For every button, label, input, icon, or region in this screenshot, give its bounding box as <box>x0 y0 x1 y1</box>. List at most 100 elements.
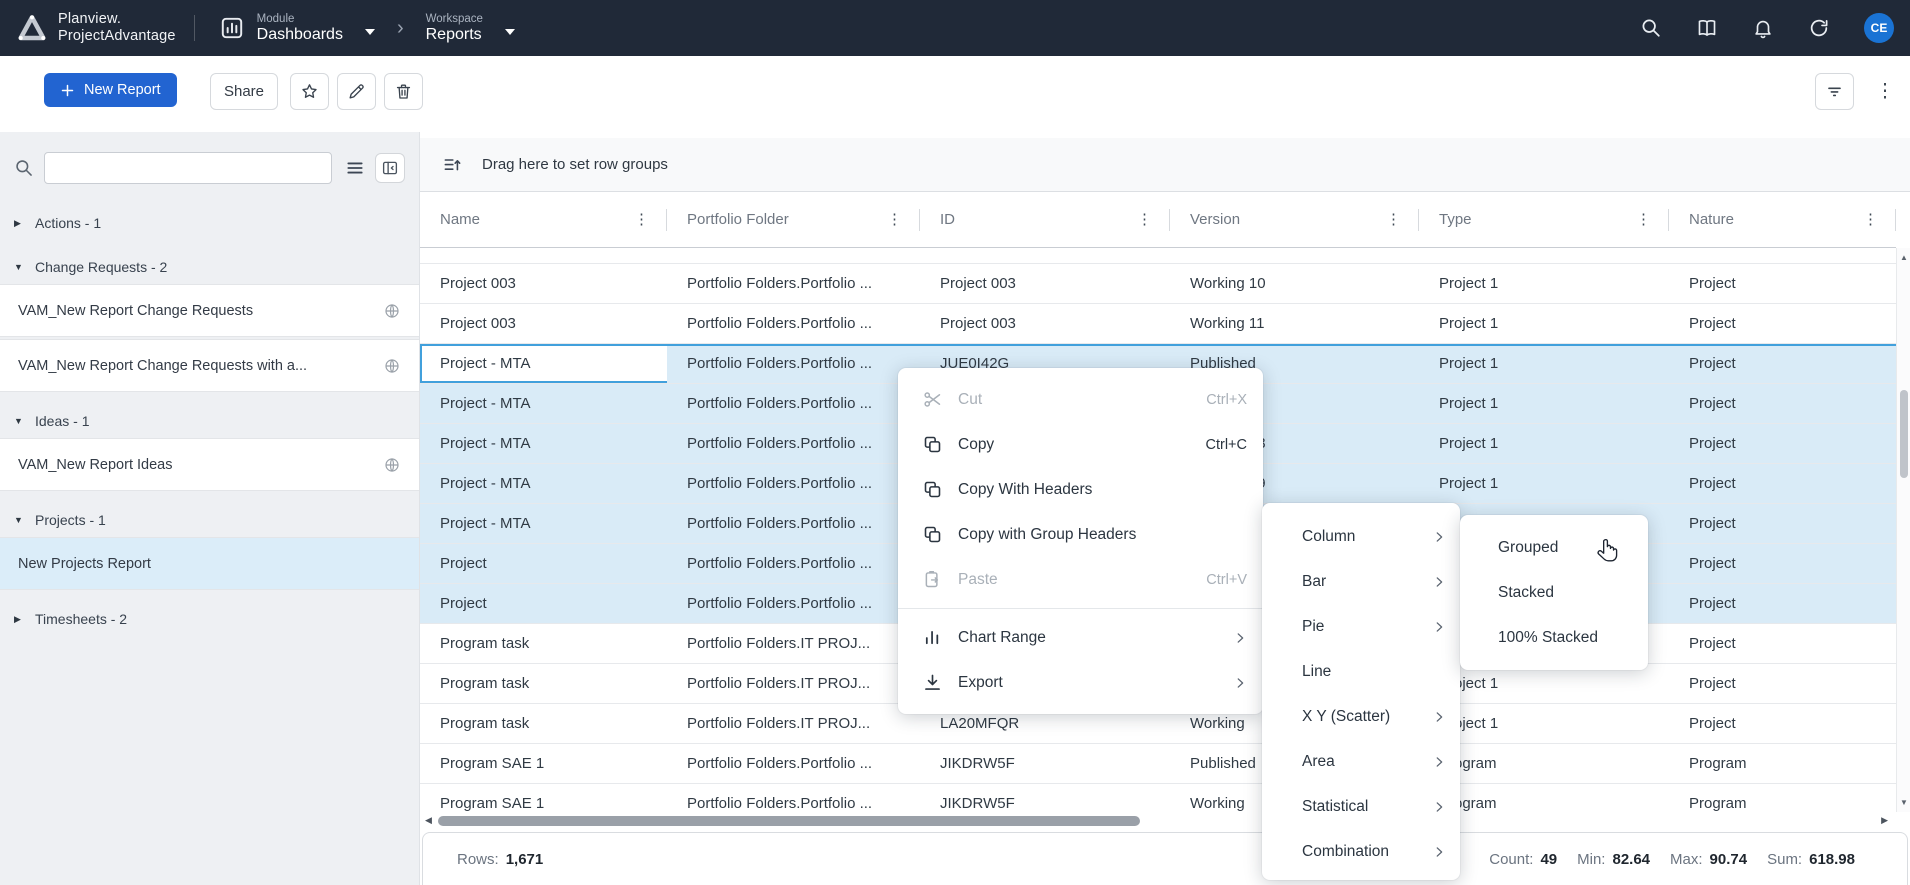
cell-version[interactable]: Working 11 <box>1170 304 1419 343</box>
column-menu-icon[interactable]: ⋮ <box>1137 212 1152 227</box>
cell-folder[interactable]: Portfolio Folders.IT PROJ... <box>667 624 920 663</box>
cell-name[interactable]: Program task <box>420 624 667 663</box>
vertical-scroll-thumb[interactable] <box>1900 390 1908 478</box>
menu-item-chart-range[interactable]: Chart Range <box>898 615 1263 660</box>
cell-name[interactable]: Program task <box>420 664 667 703</box>
cell-name[interactable]: Project 003 <box>420 304 667 343</box>
brand-logo[interactable]: Planview. ProjectAdvantage <box>16 11 176 44</box>
cell-folder[interactable]: Portfolio Folders.Portfolio ... <box>667 424 920 463</box>
sidebar-item-vam-new-report-change-requests[interactable]: VAM_New Report Change Requests <box>0 284 419 337</box>
horizontal-scrollbar[interactable]: ◀ ▶ <box>420 812 1896 830</box>
submenu-item-column[interactable]: Column <box>1262 514 1460 559</box>
submenu-item-pie[interactable]: Pie <box>1262 604 1460 649</box>
edit-button[interactable] <box>337 73 376 110</box>
search-input[interactable] <box>44 152 332 184</box>
cell-folder[interactable]: Portfolio Folders.Portfolio ... <box>667 744 920 783</box>
workspace-switcher[interactable]: Workspace Reports <box>426 13 515 44</box>
menu-item-copy-with-group-headers[interactable]: Copy with Group Headers <box>898 512 1263 557</box>
cell-nature[interactable]: Project <box>1669 264 1896 303</box>
column-menu-icon[interactable]: ⋮ <box>1863 212 1878 227</box>
column-header-nature[interactable]: Nature⋮ <box>1669 192 1896 247</box>
cell-type[interactable]: Project 1 <box>1419 304 1669 343</box>
column-menu-icon[interactable]: ⋮ <box>634 212 649 227</box>
help-book-icon[interactable] <box>1696 17 1718 39</box>
horizontal-scroll-thumb[interactable] <box>438 816 1140 826</box>
sidebar-group-ideas-1[interactable]: ▼Ideas - 1 <box>0 404 419 438</box>
cell-name[interactable]: Project - MTA <box>420 344 667 383</box>
cell-id[interactable]: Project 003 <box>920 304 1170 343</box>
column-header-type[interactable]: Type⋮ <box>1419 192 1669 247</box>
column-header-portfolio-folder[interactable]: Portfolio Folder⋮ <box>667 192 920 247</box>
sidebar-group-timesheets-2[interactable]: ▶Timesheets - 2 <box>0 602 419 636</box>
cell-name[interactable]: Project - MTA <box>420 424 667 463</box>
sidebar-group-actions-1[interactable]: ▶Actions - 1 <box>0 206 419 240</box>
cell-folder[interactable]: Portfolio Folders.Portfolio ... <box>667 344 920 383</box>
new-report-button[interactable]: New Report <box>44 73 177 107</box>
cell-folder[interactable]: Portfolio Folders.Portfolio ... <box>667 544 920 583</box>
table-row[interactable]: Project 003Portfolio Folders.Portfolio .… <box>420 264 1896 304</box>
submenu-item-statistical[interactable]: Statistical <box>1262 784 1460 829</box>
submenu-item-bar[interactable]: Bar <box>1262 559 1460 604</box>
cell-name[interactable]: Project <box>420 544 667 583</box>
cell-name[interactable]: Program SAE 1 <box>420 784 667 812</box>
filter-button[interactable] <box>1815 73 1854 110</box>
toolbar-more-button[interactable]: ⋮ <box>1872 73 1898 110</box>
submenu-item-x-y-scatter[interactable]: X Y (Scatter) <box>1262 694 1460 739</box>
sidebar-group-projects-1[interactable]: ▼Projects - 1 <box>0 503 419 537</box>
table-row[interactable]: Program SAE 1Portfolio Folders.Portfolio… <box>420 784 1896 812</box>
cell-name[interactable]: Project - MTA <box>420 384 667 423</box>
refresh-icon[interactable] <box>1808 17 1830 39</box>
cell-nature[interactable]: Project <box>1669 464 1896 503</box>
cell-name[interactable]: Program SAE 1 <box>420 744 667 783</box>
cell-folder[interactable]: Portfolio Folders.IT PROJ... <box>667 704 920 743</box>
sidebar-item-vam-new-report-change-requests-with-a[interactable]: VAM_New Report Change Requests with a... <box>0 339 419 392</box>
column-header-id[interactable]: ID⋮ <box>920 192 1170 247</box>
cell-nature[interactable]: Project <box>1669 344 1896 383</box>
cell-name[interactable]: Project <box>420 584 667 623</box>
sidebar-item-vam-new-report-ideas[interactable]: VAM_New Report Ideas <box>0 438 419 491</box>
favorite-button[interactable] <box>290 73 329 110</box>
stack-option-stacked[interactable]: Stacked <box>1460 570 1648 615</box>
cell-id[interactable]: JIKDRW5F <box>920 784 1170 812</box>
sidebar-item-new-projects-report[interactable]: New Projects Report <box>0 537 419 590</box>
column-header-version[interactable]: Version⋮ <box>1170 192 1419 247</box>
cell-type[interactable]: Project 1 <box>1419 424 1669 463</box>
column-menu-icon[interactable]: ⋮ <box>1386 212 1401 227</box>
submenu-item-area[interactable]: Area <box>1262 739 1460 784</box>
scroll-left-icon[interactable]: ◀ <box>425 815 432 826</box>
cell-type[interactable]: Project 1 <box>1419 384 1669 423</box>
cell-folder[interactable]: Portfolio Folders.Portfolio ... <box>667 264 920 303</box>
column-header-name[interactable]: Name⋮ <box>420 192 667 247</box>
cell-folder[interactable]: Portfolio Folders.Portfolio ... <box>667 464 920 503</box>
scroll-up-icon[interactable]: ▲ <box>1897 253 1910 262</box>
cell-folder[interactable]: Portfolio Folders.Portfolio ... <box>667 304 920 343</box>
scroll-right-icon[interactable]: ▶ <box>1881 815 1888 826</box>
sidebar-group-change-requests-2[interactable]: ▼Change Requests - 2 <box>0 250 419 284</box>
share-button[interactable]: Share <box>210 73 278 110</box>
table-row[interactable]: Project 003Portfolio Folders.Portfolio .… <box>420 304 1896 344</box>
stack-option-100-stacked[interactable]: 100% Stacked <box>1460 615 1648 660</box>
cell-nature[interactable]: Project <box>1669 584 1896 623</box>
cell-folder[interactable]: Portfolio Folders.Portfolio ... <box>667 784 920 812</box>
search-icon[interactable] <box>1640 17 1662 39</box>
scroll-down-icon[interactable]: ▼ <box>1897 798 1910 807</box>
cell-folder[interactable]: Portfolio Folders.Portfolio ... <box>667 584 920 623</box>
column-menu-icon[interactable]: ⋮ <box>887 212 902 227</box>
row-group-dropzone[interactable]: Drag here to set row groups <box>420 138 1910 192</box>
stack-option-grouped[interactable]: Grouped <box>1460 525 1648 570</box>
cell-id[interactable]: Project 003 <box>920 264 1170 303</box>
cell-folder[interactable]: Portfolio Folders.IT PROJ... <box>667 664 920 703</box>
cell-nature[interactable]: Project <box>1669 664 1896 703</box>
cell-nature[interactable]: Program <box>1669 744 1896 783</box>
cell-name[interactable]: Project 003 <box>420 264 667 303</box>
cell-version[interactable]: Working 10 <box>1170 264 1419 303</box>
bell-icon[interactable] <box>1752 17 1774 39</box>
column-menu-icon[interactable]: ⋮ <box>1636 212 1651 227</box>
vertical-scrollbar[interactable]: ▲ ▼ <box>1896 248 1910 812</box>
cell-type[interactable]: Project 1 <box>1419 344 1669 383</box>
list-menu-icon[interactable] <box>345 158 365 178</box>
cell-name[interactable]: Project - MTA <box>420 464 667 503</box>
cell-name[interactable]: Program task <box>420 704 667 743</box>
submenu-item-combination[interactable]: Combination <box>1262 829 1460 874</box>
cell-nature[interactable]: Project <box>1669 424 1896 463</box>
